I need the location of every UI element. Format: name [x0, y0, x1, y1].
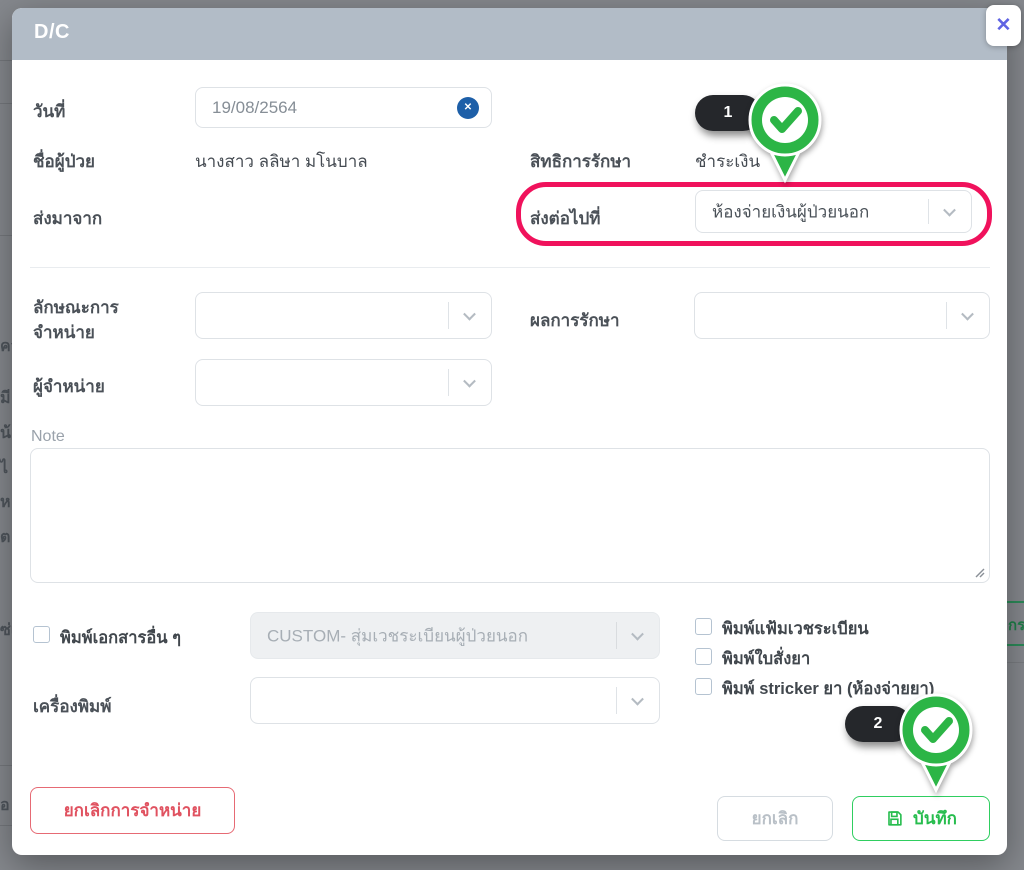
chevron-down-icon: [631, 692, 644, 705]
other-docs-select: CUSTOM- สุ่มเวชระเบียนผู้ป่วยนอก: [250, 612, 660, 659]
clear-date-button[interactable]: ✕: [457, 97, 479, 119]
screen: คว มี น้ ไ ห ต ซ่เ อ กร ✕ D/C วันที่ ✕ ช…: [0, 0, 1024, 870]
backdrop-text-fragment: อ: [0, 793, 12, 818]
sent-from-label: ส่งมาจาก: [33, 205, 102, 232]
print-sticker-checkbox[interactable]: [695, 678, 712, 695]
backdrop-text-fragment: ต: [0, 525, 12, 550]
select-divider: [448, 369, 449, 396]
select-divider: [946, 302, 947, 329]
select-divider: [616, 622, 617, 649]
printer-select[interactable]: [250, 677, 660, 724]
backdrop-line: [1007, 662, 1024, 663]
print-medical-file-label: พิมพ์แฟ้มเวชระเบียน: [722, 616, 869, 642]
print-prescription-label: พิมพ์ใบสั่งยา: [722, 646, 810, 672]
forward-to-selected-value: ห้องจ่ายเงินผู้ป่วยนอก: [712, 198, 869, 225]
cancel-discharge-button[interactable]: ยกเลิกการจำหน่าย: [30, 787, 235, 834]
date-input[interactable]: [196, 88, 491, 127]
step-1-check-pin-icon: [737, 82, 833, 186]
treatment-right-label: สิทธิการรักษา: [530, 148, 631, 175]
close-icon: ✕: [996, 14, 1012, 37]
treatment-result-select[interactable]: [694, 292, 990, 339]
discharge-dialog: D/C วันที่ ✕ ชื่อผู้ป่วย นางสาว ลลิษา มโ…: [12, 8, 1007, 855]
print-other-docs-checkbox[interactable]: [33, 626, 50, 643]
close-button[interactable]: ✕: [986, 5, 1021, 46]
discharge-type-select[interactable]: [195, 292, 492, 339]
chevron-down-icon: [961, 307, 974, 320]
backdrop-text-fragment: คว: [0, 334, 12, 359]
chevron-down-icon: [631, 627, 644, 640]
print-prescription-checkbox[interactable]: [695, 648, 712, 665]
backdrop-line: [0, 60, 12, 61]
backdrop-green-line: [1007, 644, 1024, 646]
backdrop-text-fragment: ห: [0, 490, 12, 515]
patient-name-label: ชื่อผู้ป่วย: [33, 148, 95, 175]
print-other-docs-label: พิมพ์เอกสารอื่น ๆ: [60, 625, 181, 651]
backdrop-text-fragment: น้: [0, 421, 12, 446]
other-docs-selected-value: CUSTOM- สุ่มเวชระเบียนผู้ป่วยนอก: [267, 622, 528, 649]
backdrop-line: [0, 765, 12, 766]
chevron-down-icon: [463, 374, 476, 387]
discharge-type-label: ลักษณะการ: [33, 294, 119, 321]
chevron-down-icon: [943, 203, 956, 216]
discharge-type-label-line2: จำหน่าย: [33, 319, 95, 346]
backdrop-line: [0, 235, 12, 236]
save-button[interactable]: บันทึก: [852, 796, 990, 841]
date-field[interactable]: ✕: [195, 87, 492, 128]
dialog-header: D/C: [12, 8, 1007, 60]
patient-name-value: นางสาว ลลิษา มโนบาล: [195, 148, 368, 175]
print-medical-file-checkbox[interactable]: [695, 618, 712, 635]
note-label: Note: [31, 428, 65, 446]
select-divider: [616, 687, 617, 714]
forward-to-label: ส่งต่อไปที่: [530, 205, 600, 232]
select-divider: [928, 199, 929, 224]
forward-to-select[interactable]: ห้องจ่ายเงินผู้ป่วยนอก: [695, 190, 972, 233]
backdrop-text-fragment: กร: [1008, 613, 1024, 637]
clear-icon: ✕: [464, 102, 472, 113]
save-icon: [885, 809, 904, 828]
date-label: วันที่: [33, 98, 65, 125]
dialog-title: D/C: [34, 21, 70, 44]
backdrop-text-fragment: ซ่เ: [0, 618, 12, 643]
section-divider: [30, 267, 990, 268]
save-button-label: บันทึก: [913, 805, 957, 832]
note-textarea[interactable]: [30, 448, 990, 583]
treatment-result-label: ผลการรักษา: [530, 307, 620, 334]
backdrop-line: [0, 825, 12, 826]
backdrop-green-line: [1007, 601, 1024, 603]
step-2-check-pin-icon: [888, 692, 984, 796]
printer-label: เครื่องพิมพ์: [33, 693, 111, 720]
cancel-button[interactable]: ยกเลิก: [717, 796, 833, 841]
chevron-down-icon: [463, 307, 476, 320]
select-divider: [448, 302, 449, 329]
backdrop-line: [0, 103, 12, 104]
backdrop-text-fragment: ไ: [0, 456, 12, 481]
backdrop-text-fragment: มี: [0, 386, 12, 411]
discharger-label: ผู้จำหน่าย: [33, 373, 105, 400]
discharger-select[interactable]: [195, 359, 492, 406]
